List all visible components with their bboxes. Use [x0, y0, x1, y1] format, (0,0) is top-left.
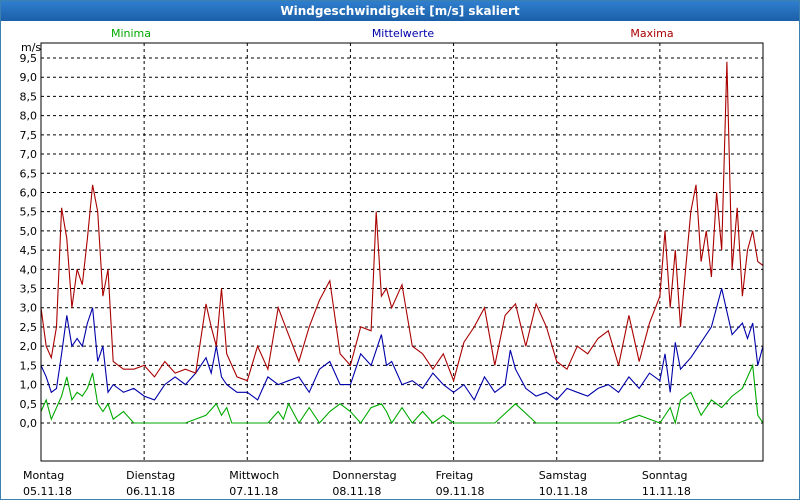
y-tick-label: 2,0	[20, 340, 38, 353]
y-tick-label: 5,5	[20, 206, 38, 219]
x-date-label: 08.11.18	[332, 485, 381, 498]
x-day-label: Dienstag	[126, 469, 175, 482]
y-tick-label: 4,5	[20, 244, 38, 257]
y-tick-label: 7,5	[20, 129, 38, 142]
x-date-label: 09.11.18	[436, 485, 485, 498]
x-day-label: Donnerstag	[332, 469, 396, 482]
legend-maxima: Maxima	[630, 27, 673, 40]
x-day-label: Mittwoch	[229, 469, 279, 482]
axis-layer: 0,0 0,5 1,0 1,5 2,0 2,5 3,0 3,5 4,0 4,5 5,0 5,5 6,0 6…	[20, 42, 764, 498]
x-day-label: Sonntag	[642, 469, 688, 482]
x-day-label: Freitag	[436, 469, 474, 482]
y-tick-label: 3,5	[20, 283, 38, 296]
x-date-label: 07.11.18	[229, 485, 278, 498]
x-day-label: Samstag	[539, 469, 587, 482]
y-tick-label: 9,0	[20, 71, 38, 84]
y-tick-label: 1,5	[20, 359, 38, 372]
y-tick-label: 7,0	[20, 148, 38, 161]
x-date-label: 06.11.18	[126, 485, 175, 498]
chart-window: Windgeschwindigkeit [m/s] skaliert 0,0 0,…	[0, 0, 800, 500]
y-tick-label: 3,0	[20, 302, 38, 315]
window-title: Windgeschwindigkeit [m/s] skaliert	[1, 1, 799, 21]
y-tick-label: 0,5	[20, 398, 38, 411]
y-axis-label: m/s	[21, 41, 41, 54]
x-date-label: 05.11.18	[23, 485, 72, 498]
series-line-minima	[40, 363, 764, 426]
wind-speed-chart: 0,0 0,5 1,0 1,5 2,0 2,5 3,0 3,5 4,0 4,5 5,0 5,5 6,0 6…	[20, 27, 764, 498]
y-tick-label: 8,0	[20, 110, 38, 123]
y-tick-label: 2,5	[20, 321, 38, 334]
y-tick-label: 6,5	[20, 167, 38, 180]
x-day-label: Montag	[23, 469, 64, 482]
series-line-maxima	[40, 61, 764, 383]
x-date-label: 11.11.18	[642, 485, 691, 498]
y-tick-label: 8,5	[20, 90, 38, 103]
y-tick-label: 0,0	[20, 417, 38, 430]
legend-mittelwerte: Mittelwerte	[372, 27, 435, 40]
y-tick-label: 5,0	[20, 225, 38, 238]
y-tick-label: 1,0	[20, 379, 38, 392]
legend-minima: Minima	[111, 27, 151, 40]
x-date-label: 10.11.18	[539, 485, 588, 498]
y-tick-label: 4,0	[20, 263, 38, 276]
y-tick-label: 6,0	[20, 186, 38, 199]
series-line-mittelwerte	[40, 288, 764, 402]
